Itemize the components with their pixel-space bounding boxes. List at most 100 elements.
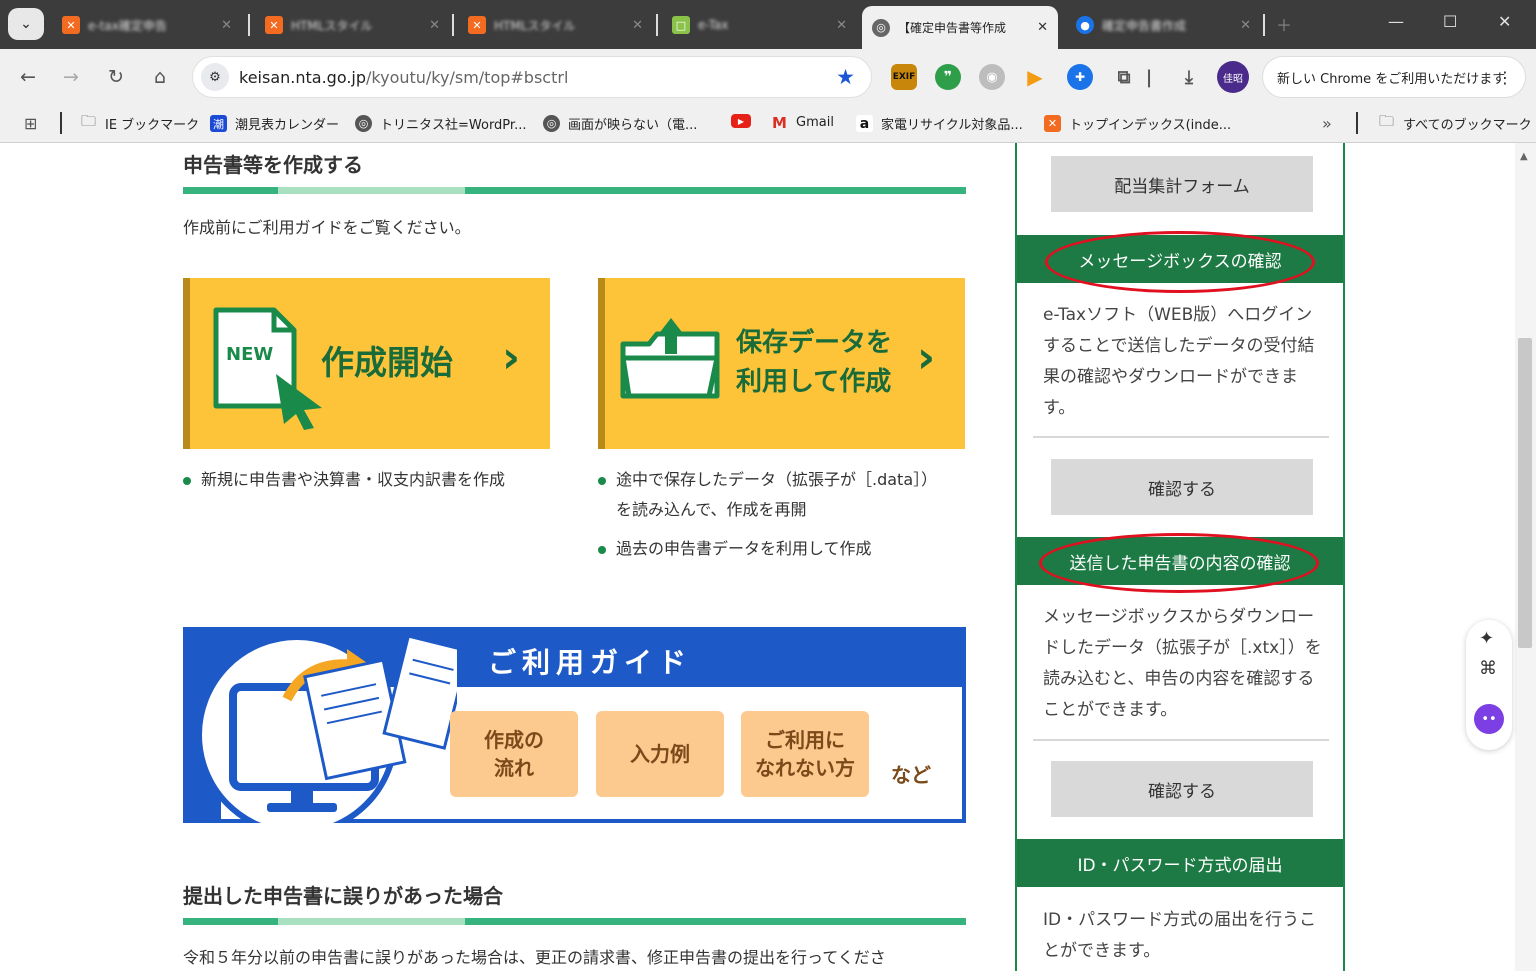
page-scrollbar[interactable]: ▲ bbox=[1515, 143, 1536, 971]
play-extension-icon[interactable]: ▶ bbox=[1022, 64, 1048, 90]
reload-icon[interactable]: ↻ bbox=[102, 63, 130, 91]
bookmark-top-index[interactable]: ✕ トップインデックス(inde... bbox=[1044, 114, 1231, 133]
use-saved-data-card-button[interactable]: 保存データを 利用して作成 › bbox=[598, 278, 965, 449]
profile-avatar[interactable]: 佳昭 bbox=[1217, 61, 1249, 93]
maximize-icon[interactable]: ☐ bbox=[1443, 12, 1457, 31]
browser-tab[interactable]: ✕ HTMLスタイル ✕ bbox=[255, 6, 450, 44]
back-icon[interactable]: ← bbox=[14, 63, 42, 91]
bookmark-star-icon[interactable]: ★ bbox=[836, 65, 855, 89]
browser-tab[interactable]: ✕ HTMLスタイル ✕ bbox=[458, 6, 653, 44]
bullet-dot bbox=[598, 545, 606, 554]
minimize-icon[interactable]: — bbox=[1388, 12, 1404, 31]
puzzle-extensions-icon[interactable]: ⧉ bbox=[1111, 64, 1137, 90]
browser-tab[interactable]: ● 確定申告書作成 ✕ bbox=[1066, 6, 1261, 44]
floating-assistant-widget: ✦ ⌘ •• bbox=[1466, 620, 1512, 750]
gmail-icon: M bbox=[772, 113, 787, 132]
quote-extension-icon[interactable]: ❞ bbox=[935, 64, 961, 90]
tab-separator bbox=[452, 14, 454, 36]
dividend-form-button[interactable]: 配当集計フォーム bbox=[1051, 156, 1313, 212]
more-bookmarks-icon[interactable]: » bbox=[1322, 114, 1332, 133]
blue-site-icon: ● bbox=[1076, 16, 1094, 34]
browser-tab-active[interactable]: ◎ 【確定申告書等作成 ✕ bbox=[862, 6, 1058, 49]
update-chrome-button[interactable]: 新しい Chrome をご利用いただけます ⋮ bbox=[1262, 56, 1526, 98]
divider bbox=[1033, 436, 1329, 438]
bookmark-gmail[interactable]: M Gmail bbox=[771, 113, 834, 132]
forward-icon[interactable]: → bbox=[57, 63, 85, 91]
assistant-face-icon[interactable]: •• bbox=[1474, 704, 1504, 734]
globe-icon: ◎ bbox=[872, 18, 890, 37]
section-rule bbox=[183, 187, 966, 194]
tab-separator bbox=[1263, 14, 1265, 36]
chevron-right-icon: › bbox=[502, 332, 521, 383]
id-password-heading: ID・パスワード方式の届出 bbox=[1017, 839, 1343, 887]
amazon-icon: a bbox=[856, 115, 873, 132]
bookmarks-separator bbox=[60, 112, 62, 134]
chevron-right-icon: › bbox=[917, 332, 936, 383]
browser-tab[interactable]: ✕ e-tax確定申告 ✕ bbox=[52, 6, 242, 44]
bullet-item: 過去の申告書データを利用して作成 bbox=[598, 534, 872, 564]
right-sidebar: 配当集計フォーム メッセージボックスの確認 e-Taxソフト（WEB版）へログイ… bbox=[1015, 143, 1345, 971]
menu-dots-icon[interactable]: ⋮ bbox=[1497, 68, 1513, 87]
folder-upload-icon bbox=[620, 318, 720, 399]
guide-etc-label: など bbox=[891, 763, 931, 787]
chevron-down-icon: ⌄ bbox=[20, 16, 32, 32]
globe-icon: ◎ bbox=[355, 115, 372, 132]
address-bar[interactable]: ⚙ keisan.nta.go.jp/kyoutu/ky/sm/top#bsct… bbox=[192, 56, 872, 98]
bookmark-appliance-recycle[interactable]: a 家電リサイクル対象品... bbox=[856, 114, 1023, 133]
new-document-icon: NEW bbox=[213, 307, 322, 430]
close-tab-icon[interactable]: ✕ bbox=[1240, 18, 1251, 33]
guide-title: ご利用ガイド bbox=[488, 646, 693, 679]
download-icon[interactable]: ⤓ bbox=[1176, 64, 1202, 90]
divider bbox=[1033, 739, 1329, 741]
red-annotation-oval bbox=[1039, 533, 1319, 593]
intro-text: 作成前にご利用ガイドをご覧ください。 bbox=[183, 218, 471, 237]
close-tab-icon[interactable]: ✕ bbox=[836, 18, 847, 33]
svg-text:NEW: NEW bbox=[226, 344, 273, 365]
bullet-dot bbox=[598, 476, 606, 485]
close-tab-icon[interactable]: ✕ bbox=[1037, 20, 1048, 35]
user-guide-banner[interactable]: ご利用ガイド 作成の 流れ 入力例 ご利用に なれない方 など bbox=[183, 627, 966, 823]
guide-ineligible-users-button[interactable]: ご利用に なれない方 bbox=[741, 711, 869, 797]
bookmark-screen-issue[interactable]: ◎ 画面が映らない（電... bbox=[543, 114, 697, 133]
tab-search-button[interactable]: ⌄ bbox=[8, 8, 44, 40]
bookmark-ie-folder[interactable]: 🗀 IE ブックマーク bbox=[80, 112, 199, 133]
close-tab-icon[interactable]: ✕ bbox=[429, 18, 440, 33]
command-icon[interactable]: ⌘ bbox=[1479, 658, 1497, 679]
network-extension-icon[interactable]: ✚ bbox=[1067, 64, 1093, 90]
new-tab-icon[interactable]: ＋ bbox=[1276, 12, 1292, 36]
folder-icon: 🗀 bbox=[80, 112, 96, 130]
messagebox-confirm-button[interactable]: 確認する bbox=[1051, 459, 1313, 515]
exif-extension-icon[interactable]: EXIF bbox=[891, 64, 917, 90]
xampp-icon: ✕ bbox=[1044, 115, 1061, 132]
all-bookmarks-folder[interactable]: 🗀 すべてのブックマーク bbox=[1378, 112, 1532, 133]
start-new-label: 作成開始 bbox=[321, 343, 453, 382]
scroll-up-icon[interactable]: ▲ bbox=[1520, 151, 1528, 162]
bookmark-tide-calendar[interactable]: 潮潮見表カレンダー bbox=[210, 114, 339, 133]
apps-grid-icon[interactable]: ⊞ bbox=[24, 114, 37, 133]
guide-creation-flow-button[interactable]: 作成の 流れ bbox=[450, 711, 578, 797]
messagebox-text: e-Taxソフト（WEB版）へログインすることで送信したデータの受付結果の確認や… bbox=[1043, 305, 1315, 418]
guide-input-examples-button[interactable]: 入力例 bbox=[596, 711, 724, 797]
home-icon[interactable]: ⌂ bbox=[146, 63, 174, 91]
rss-extension-icon[interactable]: ◉ bbox=[979, 64, 1005, 90]
tab-separator bbox=[248, 14, 250, 36]
bookmark-youtube[interactable]: ▶ bbox=[731, 114, 759, 128]
id-password-text: ID・パスワード方式の届出を行うことができます。 bbox=[1043, 910, 1317, 961]
bookmark-trinitas[interactable]: ◎ トリニタス社=WordPr... bbox=[355, 114, 526, 133]
errors-text: 令和５年分以前の申告書に誤りがあった場合は、更正の請求書、修正申告書の提出を行っ… bbox=[183, 948, 886, 967]
sent-return-confirm-button[interactable]: 確認する bbox=[1051, 761, 1313, 817]
sparkle-icon[interactable]: ✦ bbox=[1479, 628, 1494, 649]
url-text[interactable]: keisan.nta.go.jp/kyoutu/ky/sm/top#bsctrl bbox=[239, 68, 568, 87]
section-rule bbox=[183, 918, 966, 925]
page-viewport: 申告書等を作成する 作成前にご利用ガイドをご覧ください。 NEW 作成開始 › … bbox=[0, 143, 1536, 971]
close-tab-icon[interactable]: ✕ bbox=[221, 18, 232, 33]
use-saved-data-label: 保存データを 利用して作成 bbox=[736, 328, 893, 397]
close-window-icon[interactable]: ✕ bbox=[1498, 12, 1511, 31]
tide-icon: 潮 bbox=[210, 115, 227, 132]
close-tab-icon[interactable]: ✕ bbox=[632, 18, 643, 33]
start-new-card-button[interactable]: NEW 作成開始 › bbox=[183, 278, 550, 449]
tab-separator bbox=[656, 14, 658, 36]
browser-tab[interactable]: □ e-Tax ✕ bbox=[662, 6, 857, 44]
scroll-thumb[interactable] bbox=[1518, 338, 1532, 648]
site-info-icon[interactable]: ⚙ bbox=[201, 63, 229, 91]
